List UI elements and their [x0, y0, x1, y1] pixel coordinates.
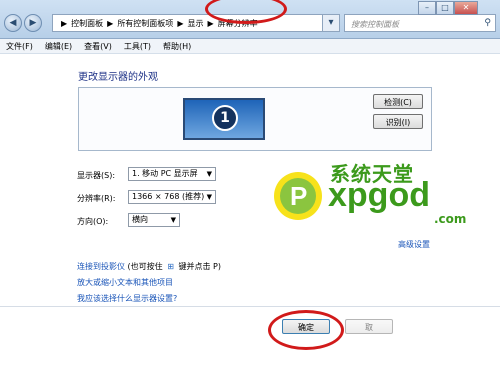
- chevron-down-icon: ▼: [170, 216, 176, 224]
- watermark-brand: xpgod: [328, 176, 430, 214]
- back-arrow-icon[interactable]: ◀: [4, 14, 22, 32]
- search-input[interactable]: 搜索控制面板 ⚲: [344, 14, 496, 32]
- orientation-select[interactable]: 横向 ▼: [128, 213, 180, 227]
- projector-row: 连接到投影仪 (也可按住 ⊞ 键并点击 P): [77, 261, 221, 272]
- resolution-label: 分辨率(R):: [77, 194, 116, 203]
- menu-view[interactable]: 查看(V): [78, 39, 118, 53]
- cancel-button[interactable]: 取: [345, 319, 393, 334]
- projector-hint-end: 键并点击 P): [178, 262, 221, 271]
- projector-hint: (也可按住: [127, 262, 163, 271]
- resolution-select[interactable]: 1366 × 768 (推荐) ▼: [128, 190, 216, 204]
- menu-help[interactable]: 帮助(H): [157, 39, 197, 53]
- red-annotation-circle: [268, 310, 344, 350]
- address-chevron-icon: ▶: [61, 18, 68, 28]
- search-placeholder: 搜索控制面板: [351, 20, 399, 29]
- xpgod-watermark-logo: P 系统天堂 xpgod .com: [270, 158, 490, 228]
- svg-text:P: P: [290, 181, 307, 211]
- which-setting-link[interactable]: 我应该选择什么显示器设置?: [77, 293, 177, 304]
- monitor-number-badge: 1: [212, 105, 238, 131]
- breadcrumb-separator-icon: ▶: [207, 18, 214, 28]
- chevron-down-icon: ▼: [206, 170, 212, 178]
- resolution-select-value: 1366 × 768 (推荐): [132, 192, 205, 201]
- menu-edit[interactable]: 编辑(E): [39, 39, 78, 53]
- breadcrumb-item[interactable]: 控制面板: [71, 18, 103, 29]
- forward-arrow-icon[interactable]: ▶: [24, 14, 42, 32]
- detect-button[interactable]: 检测(C): [373, 94, 423, 109]
- display-select-value: 1. 移动 PC 显示屏: [132, 169, 198, 178]
- breadcrumb-separator-icon: ▶: [177, 18, 184, 28]
- text-size-link[interactable]: 放大或缩小文本和其他项目: [77, 277, 173, 288]
- windows-logo-icon: ⊞: [167, 262, 174, 271]
- dropdown-arrow-icon[interactable]: ▾: [322, 14, 340, 32]
- projector-link[interactable]: 连接到投影仪: [77, 262, 125, 271]
- address-bar[interactable]: ▶ 控制面板 ▶ 所有控制面板项 ▶ 显示 ▶ 屏幕分辨率: [52, 14, 334, 32]
- breadcrumb-item[interactable]: 所有控制面板项: [117, 18, 173, 29]
- minimize-button[interactable]: –: [418, 1, 436, 15]
- menu-tools[interactable]: 工具(T): [118, 39, 157, 53]
- chevron-down-icon: ▼: [206, 193, 212, 201]
- page-title: 更改显示器的外观: [78, 72, 158, 83]
- display-label: 显示器(S):: [77, 171, 116, 180]
- display-select[interactable]: 1. 移动 PC 显示屏 ▼: [128, 167, 216, 181]
- footer-divider: [0, 306, 500, 307]
- orientation-select-value: 横向: [132, 215, 148, 224]
- close-button[interactable]: ✕: [454, 1, 478, 15]
- advanced-settings-link[interactable]: 高级设置: [398, 239, 430, 250]
- breadcrumb-item[interactable]: 显示: [187, 18, 203, 29]
- breadcrumb-separator-icon: ▶: [107, 18, 114, 28]
- window-controls: – □ ✕: [418, 1, 478, 15]
- watermark-domain: .com: [434, 212, 467, 226]
- orientation-label: 方向(O):: [77, 217, 109, 226]
- menu-file[interactable]: 文件(F): [0, 39, 39, 53]
- search-icon: ⚲: [484, 18, 491, 28]
- maximize-button[interactable]: □: [436, 1, 454, 15]
- identify-button[interactable]: 识别(I): [373, 114, 423, 129]
- menu-bar: 文件(F) 编辑(E) 查看(V) 工具(T) 帮助(H): [0, 39, 500, 54]
